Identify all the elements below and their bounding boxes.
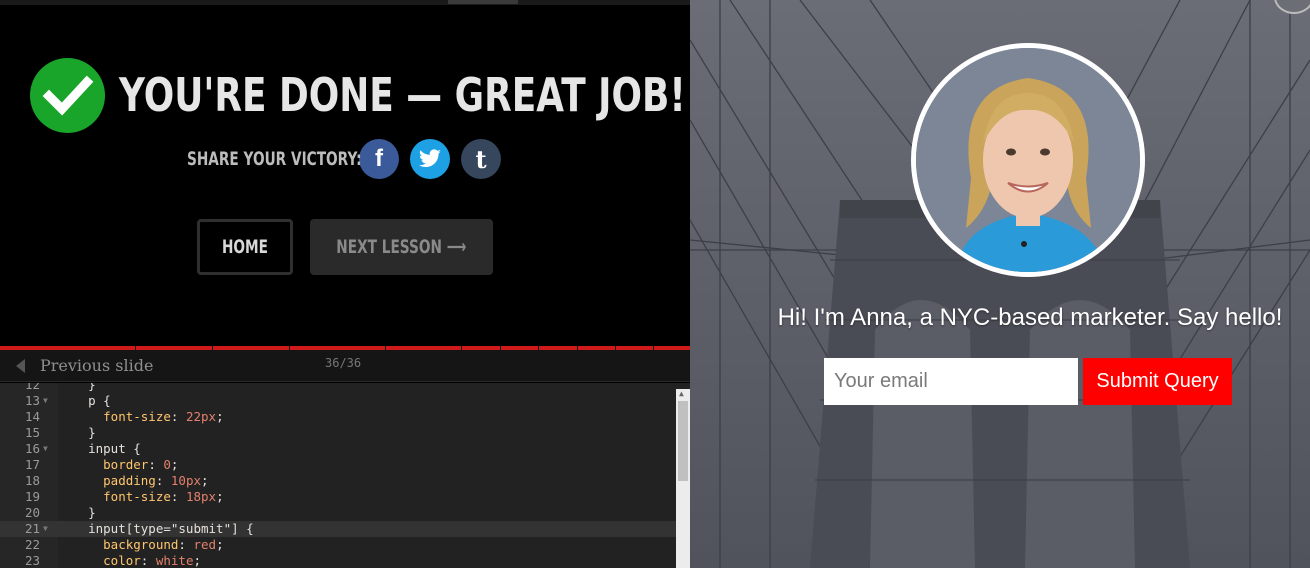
line-number: 17: [24, 457, 40, 472]
code-text: }: [58, 425, 96, 440]
code-text: font-size: 18px;: [103, 489, 224, 504]
lesson-pane: YOU'RE DONE — GREAT JOB! SHARE YOUR VICT…: [0, 0, 690, 568]
fold-arrow-icon[interactable]: ▼: [43, 521, 48, 537]
line-number: 14: [24, 409, 40, 424]
line-number: 15: [24, 425, 40, 440]
code-text: color: white;: [103, 553, 202, 568]
code-line[interactable]: 15 }: [0, 425, 676, 441]
code-text: p {: [58, 393, 111, 408]
chevron-left-icon[interactable]: [16, 359, 25, 373]
line-number: 18: [24, 473, 40, 488]
code-text: }: [58, 505, 96, 520]
code-line[interactable]: 17 border: 0;: [0, 457, 676, 473]
code-line[interactable]: 21 ▼ input[type="submit"] {: [0, 521, 676, 537]
active-tab-indicator: [448, 0, 518, 4]
checkmark-icon: [30, 57, 105, 133]
top-tab-bar: [0, 0, 690, 5]
line-number: 16: [24, 441, 40, 456]
completion-title: YOU'RE DONE — GREAT JOB!: [119, 68, 686, 122]
code-line[interactable]: 13 ▼ p {: [0, 393, 676, 409]
next-lesson-button[interactable]: NEXT LESSON ⟶: [310, 219, 493, 275]
code-line[interactable]: 19 font-size: 18px;: [0, 489, 676, 505]
code-text: }: [58, 383, 96, 392]
previous-slide-link[interactable]: Previous slide: [40, 356, 153, 375]
avatar: [911, 43, 1145, 277]
line-number: 23: [24, 553, 40, 568]
code-text: padding: 10px;: [103, 473, 209, 488]
twitter-share-button[interactable]: [410, 139, 450, 179]
line-number: 20: [24, 505, 40, 520]
twitter-icon: [418, 149, 441, 168]
editor-scrollbar[interactable]: ▲: [676, 389, 690, 568]
intro-text: Hi! I'm Anna, a NYC-based marketer. Say …: [777, 304, 1283, 331]
fold-arrow-icon[interactable]: ▼: [43, 441, 48, 457]
submit-button[interactable]: Submit Query: [1083, 358, 1232, 405]
slide-counter: 36/36: [325, 356, 362, 370]
scroll-up-icon[interactable]: ▲: [679, 389, 684, 398]
next-lesson-label: NEXT LESSON ⟶: [336, 236, 467, 258]
code-text: border: 0;: [103, 457, 179, 472]
code-line[interactable]: 22 background: red;: [0, 537, 676, 553]
line-number: 12: [24, 383, 40, 392]
facebook-share-button[interactable]: f: [359, 139, 399, 179]
line-number: 22: [24, 537, 40, 552]
tumblr-icon: t: [475, 144, 487, 174]
scrollbar-thumb[interactable]: [678, 401, 688, 481]
email-input[interactable]: [824, 358, 1078, 405]
share-label: SHARE YOUR VICTORY:: [187, 148, 362, 170]
home-button-label: HOME: [221, 236, 269, 258]
code-line[interactable]: 12 }: [0, 383, 676, 393]
code-text: input {: [58, 441, 141, 456]
code-line[interactable]: 23 color: white;: [0, 553, 676, 568]
fold-arrow-icon[interactable]: ▼: [43, 393, 48, 409]
line-number: 19: [24, 489, 40, 504]
code-line[interactable]: 18 padding: 10px;: [0, 473, 676, 489]
code-line[interactable]: 14 font-size: 22px;: [0, 409, 676, 425]
code-text: background: red;: [103, 537, 224, 552]
preview-pane: Hi! I'm Anna, a NYC-based marketer. Say …: [690, 0, 1310, 568]
home-button[interactable]: HOME: [197, 219, 293, 275]
profile-photo: [916, 48, 1140, 272]
tumblr-share-button[interactable]: t: [461, 139, 501, 179]
facebook-icon: f: [375, 145, 383, 172]
code-line[interactable]: 16 ▼ input {: [0, 441, 676, 457]
completion-header: YOU'RE DONE — GREAT JOB!: [30, 55, 690, 135]
line-number: 13: [24, 393, 40, 408]
share-row: SHARE YOUR VICTORY: f t: [187, 138, 512, 180]
code-editor[interactable]: 12 } 13 ▼ p {14 font-size: 22px; 15 } 16 ▼ in…: [0, 383, 690, 568]
code-text: input[type="submit"] {: [58, 521, 254, 536]
line-number: 21: [24, 521, 40, 536]
slide-navigation: Previous slide 36/36: [0, 350, 690, 382]
code-line[interactable]: 20 }: [0, 505, 676, 521]
code-text: font-size: 22px;: [103, 409, 224, 424]
